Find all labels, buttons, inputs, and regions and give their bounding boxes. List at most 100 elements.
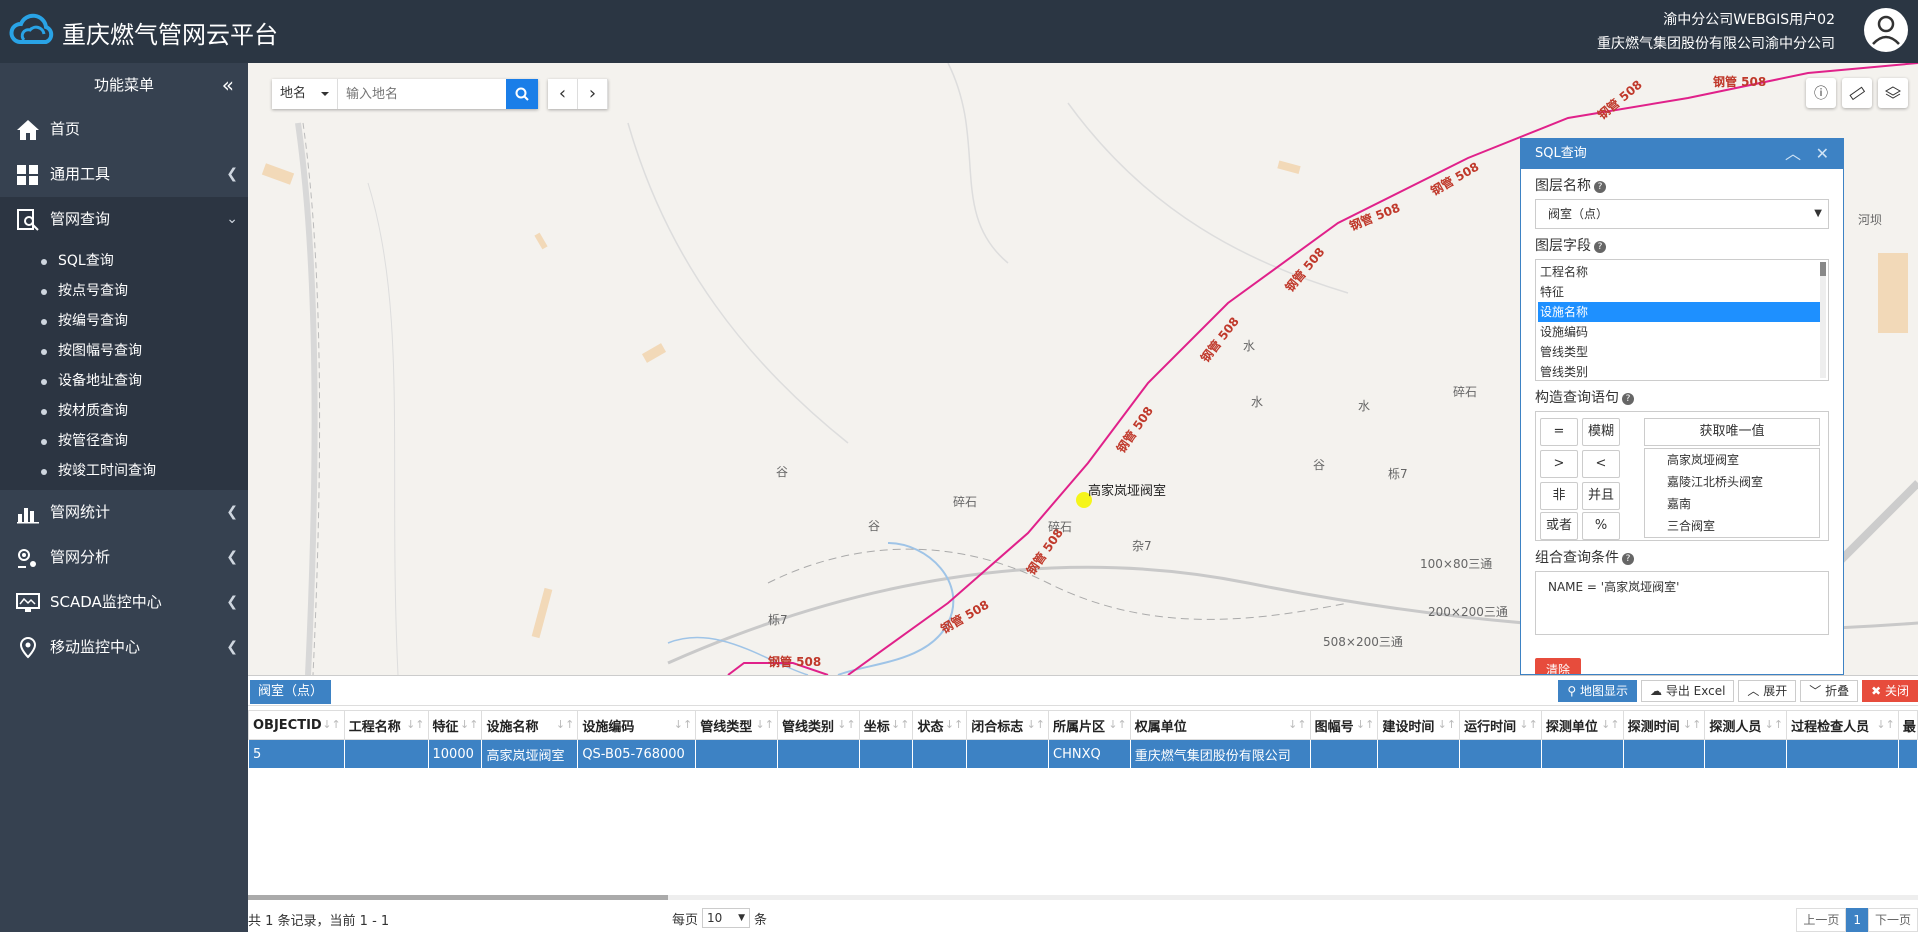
column-header[interactable]: 权属单位 ↓↑ [1129, 710, 1311, 740]
network-query-submenu: SQL查询 按点号查询 按编号查询 按图幅号查询 设备地址查询 按材质查询 按管… [0, 242, 248, 490]
next-page-button[interactable]: 下一页 [1867, 908, 1918, 932]
field-option[interactable]: 管线类型 [1538, 342, 1826, 362]
column-header[interactable]: 建设时间 ↓↑ [1377, 710, 1461, 740]
info-button[interactable]: ⓘ [1806, 78, 1836, 108]
sql-panel-header: SQL查询 ︿ ✕ [1521, 139, 1843, 169]
field-option[interactable]: 工程名称 [1538, 262, 1826, 282]
result-grid: 阀室（点） ⚲ 地图显示 ☁ 导出 Excel ︿ 展开 ﹀ 折叠 ✖ 关闭 O… [248, 675, 1918, 932]
page-size: 每页 10 ▼ 条 [672, 908, 767, 928]
sub-sheet-query[interactable]: 按图幅号查询 [0, 336, 248, 366]
map-label: 碎石 [953, 495, 978, 509]
op-not-button[interactable]: 非 [1540, 482, 1578, 510]
field-list-scrollbar[interactable] [1820, 262, 1826, 378]
field-option-selected[interactable]: 设施名称 [1538, 302, 1826, 322]
collapse-sidebar-icon[interactable]: « [222, 63, 234, 107]
back-button[interactable]: ‹ [548, 79, 578, 109]
op-like-button[interactable]: 模糊 [1582, 418, 1620, 446]
column-header[interactable]: 管线类型 ↓↑ [695, 710, 778, 740]
current-page[interactable]: 1 [1846, 908, 1868, 932]
table-row[interactable]: 5 10000 高家岚垭阀室 QS-B05-768000 CHNXQ 重庆燃气集团股份有限… [248, 739, 1918, 769]
user-avatar[interactable] [1864, 8, 1908, 52]
op-and-button[interactable]: 并且 [1582, 482, 1620, 510]
unique-value[interactable]: 嘉南 [1645, 493, 1819, 515]
layers-button[interactable] [1878, 78, 1908, 108]
unique-value[interactable]: 高家岚垭阀室 [1645, 449, 1819, 471]
column-header[interactable]: 坐标 ↓↑ [858, 710, 914, 740]
field-option[interactable]: 管线类别 [1538, 362, 1826, 380]
column-header[interactable]: 工程名称 ↓↑ [343, 710, 429, 740]
close-icon[interactable]: ✕ [1816, 139, 1829, 169]
sort-icon: ↓↑ [1288, 718, 1307, 731]
column-header[interactable]: 探测人员 ↓↑ [1704, 710, 1788, 740]
field-option[interactable]: 特征 [1538, 282, 1826, 302]
sub-point-query[interactable]: 按点号查询 [0, 276, 248, 306]
sub-completion-query[interactable]: 按竣工时间查询 [0, 456, 248, 486]
op-percent-button[interactable]: % [1582, 512, 1620, 540]
column-header[interactable]: 过程检查人员 ↓↑ [1786, 710, 1899, 740]
unique-value[interactable]: 嘉陵江北桥头阀室 [1645, 471, 1819, 493]
nav-network-stats[interactable]: 管网统计 ❮ [0, 490, 248, 535]
op-greater-button[interactable]: > [1540, 450, 1578, 478]
nav-network-analysis[interactable]: 管网分析 ❮ [0, 535, 248, 580]
result-tab[interactable]: 阀室（点） [250, 680, 332, 704]
sub-sql-query[interactable]: SQL查询 [0, 246, 248, 276]
cloud-download-icon: ☁ [1649, 684, 1666, 698]
column-header[interactable]: OBJECTID ↓↑ [248, 710, 345, 740]
search-button[interactable] [506, 79, 538, 109]
sub-material-query[interactable]: 按材质查询 [0, 396, 248, 426]
column-header[interactable]: 最 [1897, 710, 1918, 740]
horizontal-scrollbar[interactable] [248, 895, 1918, 900]
map-toolbar: ⓘ [1806, 78, 1908, 108]
column-header[interactable]: 所属片区 ↓↑ [1048, 710, 1131, 740]
nav-scada[interactable]: SCADA监控中心 ❮ [0, 580, 248, 625]
page-size-select[interactable]: 10 ▼ [702, 908, 751, 928]
map-show-button[interactable]: ⚲ 地图显示 [1558, 680, 1637, 702]
column-header[interactable]: 运行时间 ↓↑ [1459, 710, 1542, 740]
search-type-select[interactable]: 地名 [272, 79, 338, 109]
forward-button[interactable]: › [578, 79, 608, 109]
clear-button[interactable]: 清除 [1535, 658, 1581, 674]
field-list[interactable]: 工程名称 特征 设施名称 设施编码 管线类型 管线类别 [1535, 259, 1829, 381]
unique-values-list[interactable]: 高家岚垭阀室 嘉陵江北桥头阀室 嘉南 三合阀室 [1644, 448, 1820, 538]
op-equal-button[interactable]: = [1540, 418, 1578, 446]
close-grid-button[interactable]: ✖ 关闭 [1862, 680, 1918, 702]
chevron-left-icon: ❮ [226, 504, 238, 520]
export-excel-button[interactable]: ☁ 导出 Excel [1640, 680, 1735, 702]
column-header[interactable]: 图幅号 ↓↑ [1309, 710, 1379, 740]
condition-textarea[interactable]: NAME = '高家岚垭阀室' [1535, 571, 1829, 635]
nav-mobile-monitor[interactable]: 移动监控中心 ❮ [0, 625, 248, 670]
table-header-row: OBJECTID ↓↑ 工程名称 ↓↑ 特征 ↓↑ 设施名称 ↓↑ 设施编码 ↓↑ 管线类型 ↓↑ 管线… [248, 710, 1918, 740]
column-header[interactable]: 特征 ↓↑ [427, 710, 483, 740]
nav-general-tools[interactable]: 通用工具 ❮ [0, 152, 248, 197]
column-header[interactable]: 探测时间 ↓↑ [1622, 710, 1706, 740]
nav-network-query[interactable]: 管网查询 ⌄ [0, 197, 248, 242]
pin-icon: ⚲ [1567, 684, 1580, 698]
op-or-button[interactable]: 或者 [1540, 512, 1578, 540]
prev-page-button[interactable]: 上一页 [1796, 908, 1847, 932]
column-header[interactable]: 设施名称 ↓↑ [481, 710, 579, 740]
sub-address-query[interactable]: 设备地址查询 [0, 366, 248, 396]
unique-value[interactable]: 三合阀室 [1645, 515, 1819, 537]
sub-diameter-query[interactable]: 按管径查询 [0, 426, 248, 456]
sub-code-query[interactable]: 按编号查询 [0, 306, 248, 336]
measure-button[interactable] [1842, 78, 1872, 108]
chevron-up-icon[interactable]: ︿ [1785, 139, 1801, 169]
nav-home[interactable]: 首页 [0, 107, 248, 152]
column-header[interactable]: 闭合标志 ↓↑ [966, 710, 1050, 740]
op-less-button[interactable]: < [1582, 450, 1620, 478]
column-header[interactable]: 管线类别 ↓↑ [776, 710, 860, 740]
pipe-label: 钢管 508 [768, 655, 822, 669]
fold-button[interactable]: ﹀ 折叠 [1800, 680, 1859, 702]
layer-select[interactable]: 阀室（点） ▼ [1535, 199, 1829, 229]
layer-select-value: 阀室（点） [1548, 207, 1609, 221]
result-table: OBJECTID ↓↑ 工程名称 ↓↑ 特征 ↓↑ 设施名称 ↓↑ 设施编码 ↓↑ 管线类型 ↓↑ 管线… [248, 710, 1918, 769]
expand-button[interactable]: ︿ 展开 [1738, 680, 1797, 702]
column-header[interactable]: 探测单位 ↓↑ [1540, 710, 1624, 740]
history-nav: ‹ › [548, 79, 608, 109]
column-header[interactable]: 设施编码 ↓↑ [577, 710, 697, 740]
column-header[interactable]: 状态 ↓↑ [912, 710, 968, 740]
table-cell [1786, 739, 1899, 769]
place-search-input[interactable] [338, 79, 506, 109]
get-unique-values-button[interactable]: 获取唯一值 [1644, 418, 1820, 446]
field-option[interactable]: 设施编码 [1538, 322, 1826, 342]
